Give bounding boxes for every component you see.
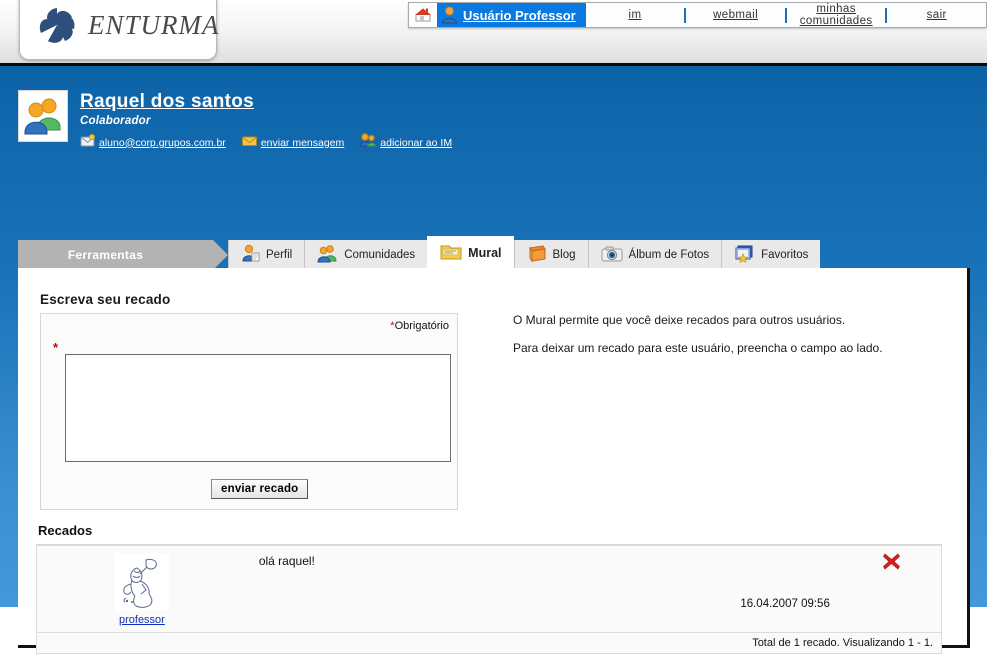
profile-header: Raquel dos santos Colaborador aluno@corp… <box>18 90 452 152</box>
recado-date: 16.04.2007 09:56 <box>740 598 830 610</box>
recado-author-cell: professor <box>36 545 247 633</box>
tab-blog[interactable]: Blog <box>513 240 588 270</box>
tab-mural[interactable]: Mural <box>427 236 514 270</box>
red-x-delete-icon[interactable] <box>882 552 901 576</box>
profile-email-label: aluno@corp.grupos.com.br <box>99 136 226 149</box>
header-link-im[interactable]: im <box>586 9 685 21</box>
recados-table: professor olá raquel! 16.04.2007 09:56 <box>36 545 942 633</box>
recado-message: olá raquel! <box>258 554 315 568</box>
profile-im-label: adicionar ao IM <box>380 136 453 149</box>
tab-comunidades-label: Comunidades <box>344 249 416 261</box>
tab-ferramentas-label: Ferramentas <box>67 248 144 262</box>
tab-favoritos[interactable]: Favoritos <box>721 240 821 270</box>
header-link-webmail[interactable]: webmail <box>686 9 785 21</box>
user-avatar-icon <box>441 6 458 24</box>
recado-input[interactable] <box>65 354 451 462</box>
enturma-pinwheel-icon <box>36 4 78 46</box>
tab-album-label: Álbum de Fotos <box>628 249 710 261</box>
sketch-person-avatar[interactable] <box>114 553 169 611</box>
tab-comunidades[interactable]: Comunidades <box>304 240 428 270</box>
recados-section: Recados professor olá raquel! 16.04.2007… <box>36 520 942 654</box>
recado-author-link[interactable]: professor <box>41 614 243 626</box>
add-contact-icon <box>360 133 377 152</box>
tab-ferramentas[interactable]: Ferramentas <box>18 240 228 270</box>
header-link-sair[interactable]: sair <box>887 9 986 21</box>
profile-person-icon <box>241 244 260 266</box>
help-line-1: O Mural permite que você deixe recados p… <box>513 313 846 327</box>
envelope-send-icon <box>241 134 257 152</box>
form-heading: Escreva seu recado <box>40 292 171 307</box>
brand-logo[interactable]: ENTURMA <box>19 0 220 60</box>
recados-footer: Total de 1 recado. Visualizando 1 - 1. <box>36 633 942 654</box>
header-links: im webmail minhas comunidades sair <box>586 3 986 27</box>
header-link-minhas-comunidades[interactable]: minhas comunidades <box>787 3 886 27</box>
tab-perfil-label: Perfil <box>266 249 293 261</box>
recado-body-cell: olá raquel! 16.04.2007 09:56 <box>246 545 842 633</box>
mail-icon <box>80 133 95 152</box>
favorites-star-icon <box>734 245 755 266</box>
community-people-icon <box>317 244 338 266</box>
profile-link-adicionar-im[interactable]: adicionar ao IM <box>360 133 452 152</box>
user-name-label: Usuário Professor <box>463 7 576 23</box>
field-required-asterisk: * <box>53 340 59 355</box>
current-user-chip[interactable]: Usuário Professor <box>437 3 586 27</box>
enviar-recado-button[interactable]: enviar recado <box>211 479 309 499</box>
recado-delete-cell <box>841 545 942 633</box>
help-text: O Mural permite que você deixe recados p… <box>513 313 933 369</box>
brand-name: ENTURMA <box>88 9 220 40</box>
top-header: ENTURMA Usuário Professor im webmail min… <box>0 0 987 66</box>
required-legend-label: Obrigatório <box>394 320 449 332</box>
users-group-icon <box>24 98 61 135</box>
help-line-2: Para deixar um recado para este usuário,… <box>513 341 883 355</box>
recado-form: *Obrigatório * enviar recado <box>40 313 458 510</box>
content-panel: Escreva seu recado *Obrigatório * enviar… <box>18 268 970 654</box>
book-icon <box>527 244 547 266</box>
tab-mural-label: Mural <box>468 246 502 260</box>
table-row: professor olá raquel! 16.04.2007 09:56 <box>36 545 942 633</box>
page-body: Raquel dos santos Colaborador aluno@corp… <box>0 66 987 654</box>
tab-album-de-fotos[interactable]: Álbum de Fotos <box>587 240 722 270</box>
recados-heading: Recados <box>36 520 942 545</box>
home-icon[interactable] <box>409 3 437 27</box>
folder-board-icon <box>440 243 462 264</box>
tab-blog-label: Blog <box>552 249 576 261</box>
tab-perfil[interactable]: Perfil <box>228 240 305 270</box>
profile-message-label: enviar mensagem <box>260 136 345 149</box>
camera-icon <box>601 245 623 266</box>
tab-favoritos-label: Favoritos <box>761 249 809 261</box>
profile-avatar[interactable] <box>18 90 68 142</box>
user-toolbar: Usuário Professor im webmail minhas comu… <box>408 2 987 28</box>
required-legend: *Obrigatório <box>390 320 449 332</box>
profile-link-email[interactable]: aluno@corp.grupos.com.br <box>80 133 226 152</box>
tab-bar: Ferramentas Perfil Comunidades Mural Blo… <box>18 236 821 270</box>
page-title[interactable]: Raquel dos santos <box>80 92 452 112</box>
profile-role: Colaborador <box>80 115 151 127</box>
profile-action-links: aluno@corp.grupos.com.br enviar mensagem <box>80 133 452 152</box>
profile-link-enviar-mensagem[interactable]: enviar mensagem <box>241 134 345 152</box>
